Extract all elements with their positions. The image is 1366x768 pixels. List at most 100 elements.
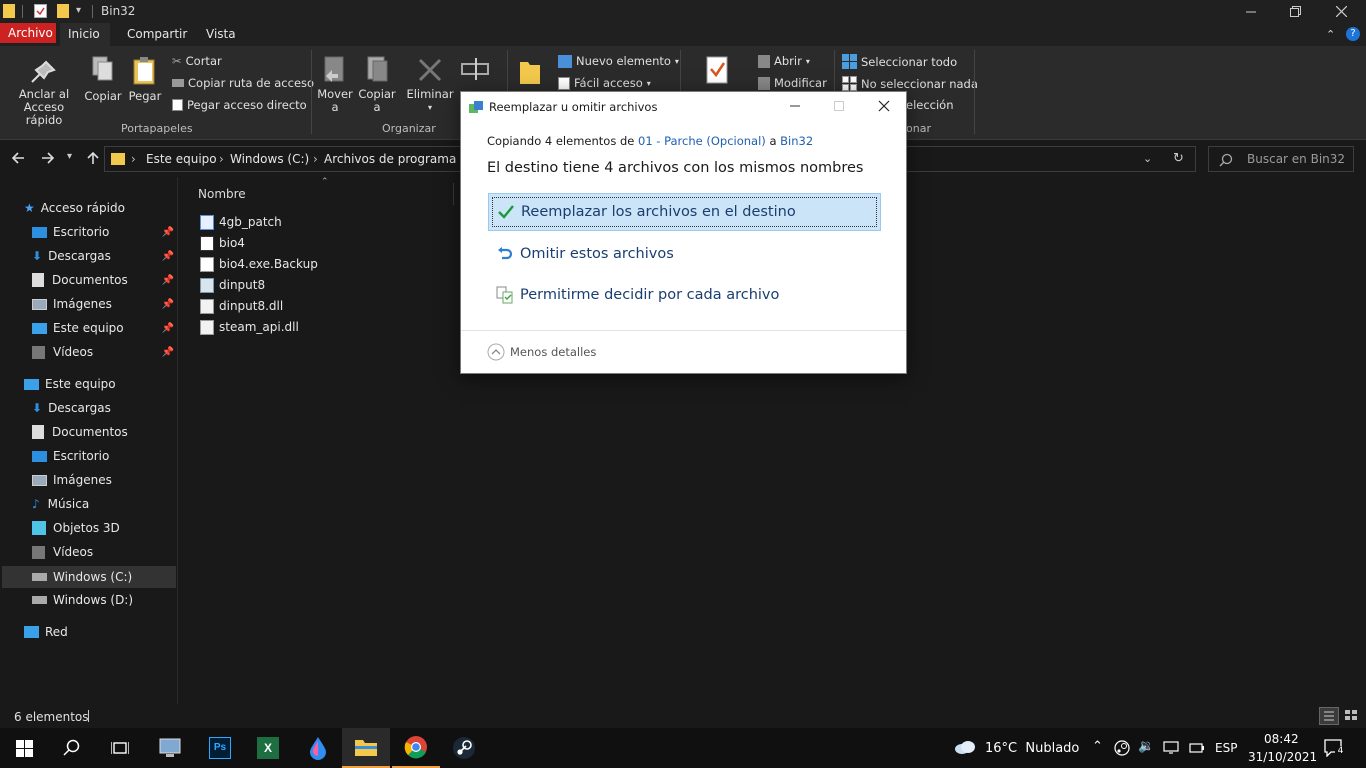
easy-access-button[interactable]: Fácil acceso ▾ — [558, 76, 651, 90]
column-divider[interactable] — [453, 183, 454, 205]
taskbar-app-steam[interactable] — [440, 728, 488, 768]
sidebar-item-documentos[interactable]: Documentos 📌 — [32, 269, 176, 291]
sidebar-item-imagenes[interactable]: Imágenes 📌 — [32, 293, 176, 315]
quick-access-toolbar-dropdown-icon[interactable]: ▾ — [76, 5, 81, 16]
dialog-close-button[interactable] — [872, 96, 896, 116]
open-button[interactable]: Abrir ▾ — [758, 54, 810, 68]
clock-date[interactable]: 31/10/2021 — [1248, 750, 1317, 764]
paste-button[interactable]: Pegar — [126, 54, 164, 103]
destination-folder-link[interactable]: Bin32 — [780, 134, 813, 148]
restore-button[interactable] — [1272, 0, 1318, 23]
dialog-maximize-button[interactable] — [827, 96, 851, 116]
sidebar-item-pc-documentos[interactable]: Documentos — [32, 421, 176, 443]
search-box[interactable]: Buscar en Bin32 — [1208, 146, 1354, 172]
copy-path-button[interactable]: Copiar ruta de acceso — [172, 76, 314, 90]
rename-button[interactable] — [458, 54, 494, 88]
select-none-button[interactable]: No seleccionar nada — [842, 76, 978, 91]
clock-time[interactable]: 08:42 — [1264, 732, 1299, 746]
minimize-button[interactable] — [1228, 0, 1274, 23]
sidebar-item-pc-escritorio[interactable]: Escritorio — [32, 445, 176, 467]
sidebar-item-pc-descargas[interactable]: ⬇ Descargas — [32, 397, 176, 419]
sidebar-item-pc-imagenes[interactable]: Imágenes — [32, 469, 176, 491]
tab-vista[interactable]: Vista — [198, 23, 244, 46]
tab-compartir[interactable]: Compartir — [119, 23, 195, 46]
select-all-button[interactable]: Seleccionar todo — [842, 54, 957, 69]
paste-shortcut-button[interactable]: Pegar acceso directo — [172, 98, 307, 112]
pin-icon[interactable]: 📌 — [162, 347, 174, 358]
up-button[interactable] — [85, 150, 101, 166]
sidebar-item-escritorio[interactable]: Escritorio 📌 — [32, 221, 176, 243]
notifications-button[interactable]: 4 — [1324, 739, 1346, 757]
modify-button[interactable]: Modificar — [758, 76, 827, 90]
breadcrumb-este-equipo[interactable]: Este equipo — [146, 152, 217, 166]
sidebar-item-quick-access[interactable]: ★ Acceso rápido — [24, 197, 174, 219]
taskbar-app-photoshop[interactable]: Ps — [196, 728, 244, 768]
pin-icon[interactable]: 📌 — [162, 323, 174, 334]
steam-tray-icon[interactable] — [1114, 740, 1130, 756]
help-icon[interactable]: ? — [1346, 27, 1360, 41]
large-icons-view-button[interactable] — [1342, 707, 1362, 725]
collapse-ribbon-icon[interactable]: ⌃ — [1326, 28, 1335, 41]
tab-inicio[interactable]: Inicio — [60, 23, 110, 46]
taskbar-app-chrome[interactable] — [392, 728, 440, 768]
taskbar-app-paint[interactable] — [294, 728, 342, 768]
taskbar-app-monitor[interactable] — [146, 728, 194, 768]
taskbar-app-file-explorer[interactable] — [342, 728, 390, 768]
network-tray-icon[interactable] — [1163, 741, 1181, 755]
start-button[interactable] — [0, 728, 48, 768]
refresh-icon[interactable]: ↻ — [1173, 151, 1184, 166]
sidebar-item-this-pc[interactable]: Este equipo — [24, 373, 174, 395]
taskbar-app-excel[interactable]: X — [244, 728, 292, 768]
new-folder-icon[interactable] — [57, 4, 69, 18]
recent-locations-dropdown-icon[interactable]: ▾ — [67, 151, 72, 162]
battery-icon[interactable] — [1189, 742, 1205, 754]
sidebar-item-pc-videos[interactable]: Vídeos — [32, 541, 176, 563]
sidebar-item-pc-musica[interactable]: ♪ Música — [32, 493, 176, 515]
cut-button[interactable]: ✂ Cortar — [172, 54, 222, 68]
list-item[interactable]: 4gb_patch — [200, 212, 282, 232]
details-view-button[interactable] — [1319, 707, 1339, 725]
decide-each-file-option[interactable]: Permitirme decidir por cada archivo — [488, 276, 881, 314]
breadcrumb-windows-c[interactable]: Windows (C:) — [230, 152, 309, 166]
pin-icon[interactable]: 📌 — [162, 299, 174, 310]
list-item[interactable]: bio4.exe.Backup — [200, 254, 318, 274]
skip-files-option[interactable]: Omitir estos archivos — [488, 235, 881, 273]
source-folder-link[interactable]: 01 - Parche (Opcional) — [638, 134, 766, 148]
pin-icon[interactable]: 📌 — [162, 251, 174, 262]
sidebar-item-pc-windows-d[interactable]: Windows (D:) — [32, 589, 176, 611]
sidebar-item-videos[interactable]: Vídeos 📌 — [32, 341, 176, 363]
sidebar-item-descargas[interactable]: ⬇ Descargas 📌 — [32, 245, 176, 267]
column-header-name[interactable]: Nombre — [198, 187, 246, 201]
copy-to-button[interactable]: Copiar a — [358, 54, 396, 114]
pin-icon[interactable]: 📌 — [162, 227, 174, 238]
back-button[interactable] — [10, 150, 26, 166]
list-item[interactable]: steam_api.dll — [200, 317, 299, 337]
address-history-dropdown-icon[interactable]: ⌄ — [1143, 152, 1152, 165]
weather-button[interactable] — [954, 739, 976, 755]
delete-button[interactable]: Eliminar ▾ — [406, 54, 454, 114]
invert-selection-button[interactable]: elección — [906, 98, 954, 112]
sidebar-item-network[interactable]: Red — [24, 621, 174, 643]
search-taskbar-button[interactable] — [48, 728, 96, 768]
move-to-button[interactable]: Mover a — [316, 54, 354, 114]
dialog-minimize-button[interactable] — [783, 96, 807, 116]
list-item[interactable]: bio4 — [200, 233, 245, 253]
pin-icon[interactable]: 📌 — [162, 275, 174, 286]
properties-button[interactable] — [700, 54, 734, 88]
task-view-button[interactable] — [96, 728, 144, 768]
sidebar-item-pc-windows-c[interactable]: Windows (C:) — [2, 566, 176, 588]
close-button[interactable] — [1318, 0, 1364, 23]
volume-icon[interactable]: 🔉 — [1138, 739, 1154, 754]
tab-archivo[interactable]: Archivo — [0, 23, 56, 43]
new-item-button[interactable]: Nuevo elemento ▾ — [558, 54, 679, 68]
copy-button[interactable]: Copiar — [84, 54, 122, 103]
language-indicator[interactable]: ESP — [1215, 741, 1237, 755]
less-details-button[interactable]: Menos detalles — [487, 343, 596, 361]
list-item[interactable]: dinput8.dll — [200, 296, 283, 316]
list-item[interactable]: dinput8 — [200, 275, 265, 295]
weather-text[interactable]: 16°C Nublado — [985, 741, 1079, 756]
forward-button[interactable] — [40, 150, 56, 166]
pin-quick-access-button[interactable]: Anclar al Acceso rápido — [6, 56, 82, 127]
sidebar-item-pc-objetos-3d[interactable]: Objetos 3D — [32, 517, 176, 539]
properties-icon[interactable] — [34, 4, 47, 18]
